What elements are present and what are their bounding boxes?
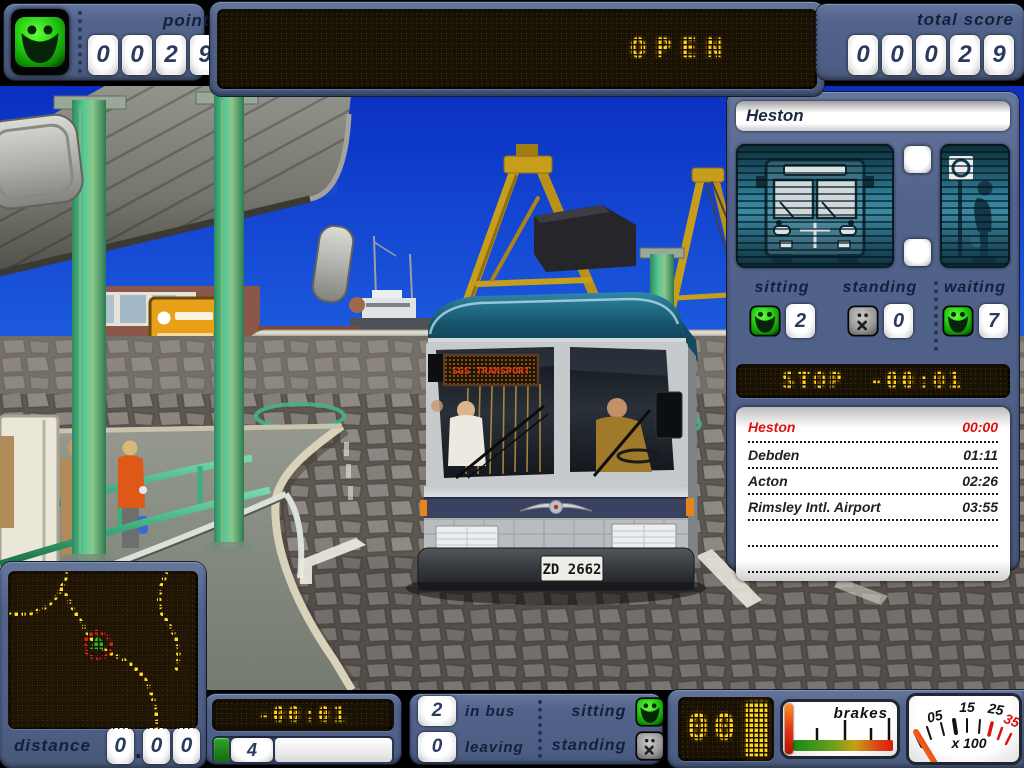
bus: SGS TRANSPORT ZD 2662 xyxy=(417,292,698,591)
bus-front-image xyxy=(736,144,894,268)
brakes-gauge: brakes xyxy=(780,699,900,759)
stop-countdown-panel: -00:01 4 xyxy=(205,694,401,764)
sitting-label: sitting xyxy=(754,279,810,296)
schedule-stop-name: Acton xyxy=(748,473,788,489)
bus-destination-text: SGS TRANSPORT xyxy=(452,366,530,377)
bus-driver xyxy=(607,398,627,418)
standing-count: 0 xyxy=(884,304,913,338)
checkbox-top[interactable] xyxy=(903,146,931,173)
stop-name-field: Heston xyxy=(736,101,1010,131)
divider xyxy=(934,281,938,351)
speed-display: 00 xyxy=(678,697,774,761)
schedule-stop-time: 03:55 xyxy=(962,499,998,515)
checkbox-bottom[interactable] xyxy=(903,239,931,266)
schedule-row: Heston 00:00 xyxy=(748,412,998,443)
happy-passenger-icon xyxy=(942,305,974,337)
speedometer-needle xyxy=(913,729,938,762)
decimal-point: . xyxy=(134,734,142,764)
standing-label: standing xyxy=(842,279,918,296)
points-panel: points 0 0 2 9 xyxy=(4,4,220,80)
speedometer: 05 15 25 35 x 100 xyxy=(906,693,1022,765)
schedule-row: Debden 01:11 xyxy=(748,443,998,469)
bus-mirror-right xyxy=(655,391,683,439)
brake-level-indicator xyxy=(785,704,793,754)
progress-fill xyxy=(214,738,229,762)
bus-license-plate: ZD 2662 xyxy=(540,555,604,582)
total-score-value: 0 0 0 2 9 xyxy=(848,34,1014,75)
schedule-stop-name: Debden xyxy=(748,447,800,463)
standing-label: standing xyxy=(551,737,627,754)
divider xyxy=(537,700,542,758)
progress-track xyxy=(275,738,392,762)
leaving-label: leaving xyxy=(465,738,524,756)
standing-passenger-icon xyxy=(635,731,665,761)
waiting-count: 7 xyxy=(979,304,1008,338)
schedule-row: Rimsley Intl. Airport 03:55 xyxy=(748,495,998,521)
leaving-count: 0 xyxy=(418,732,456,762)
bus-mirror-left xyxy=(428,354,443,382)
countdown-display: -00:01 xyxy=(212,699,394,731)
sitting-count: 2 xyxy=(786,304,815,338)
schedule-row: Acton 02:26 xyxy=(748,469,998,495)
speedo-multiplier: x 100 xyxy=(950,735,986,751)
minimap-panel: distance 0 . 0 0 xyxy=(0,562,206,768)
total-score-panel: total score 0 0 0 2 9 xyxy=(816,4,1024,80)
top-bar: points 0 0 2 9 OPEN total score 0 0 xyxy=(0,0,1024,96)
standing-passenger-icon xyxy=(847,305,879,337)
dashboard-panel: 00 brakes xyxy=(668,690,1024,768)
in-bus-label: in bus xyxy=(465,702,516,720)
total-score-label: total score xyxy=(917,9,1014,29)
speedo-tick-label: 25 xyxy=(986,700,1005,719)
sitting-label: sitting xyxy=(571,703,627,720)
schedule-row xyxy=(748,521,998,547)
schedule-stop-time: 02:26 xyxy=(962,473,998,489)
speedo-tick-label: 15 xyxy=(959,699,975,715)
minimap-display xyxy=(8,571,198,729)
bus-destination-sign: SGS TRANSPORT xyxy=(442,353,540,387)
speedo-tick-label: 35 xyxy=(1002,710,1019,731)
schedule-stop-time: 01:11 xyxy=(963,447,998,463)
distance-label: distance xyxy=(14,736,91,755)
points-value: 0 0 2 9 xyxy=(88,35,220,75)
schedule-stop-name: Rimsley Intl. Airport xyxy=(748,499,881,515)
schedule-stop-name: Heston xyxy=(748,418,796,435)
waiting-passenger-image xyxy=(940,144,1010,268)
license-plate-text: ZD 2662 xyxy=(542,562,601,578)
schedule-list: Heston 00:00 Debden 01:11 Acton 02:26 Ri… xyxy=(736,407,1010,581)
in-bus-count: 2 xyxy=(418,696,456,726)
game-screen: SGS TRANSPORT ZD 2662 points 0 0 2 9 tot… xyxy=(0,0,1024,768)
schedule-stop-time: 00:00 xyxy=(962,418,998,435)
happy-passenger-icon xyxy=(749,305,781,337)
happy-passenger-icon xyxy=(11,9,69,75)
schedule-row xyxy=(748,547,998,573)
passenger-status-panel: 2 in bus 0 leaving sitting standing xyxy=(410,694,662,764)
bus-stop-panel: Heston sitting 2 standing 0 waiting 7 He… xyxy=(727,92,1019,581)
route-progress-bar: 4 xyxy=(212,736,394,764)
waiting-label: waiting xyxy=(943,279,1007,296)
door-status-display: OPEN xyxy=(217,9,817,89)
lamp-housing xyxy=(0,113,84,210)
door-status-panel: OPEN xyxy=(210,2,824,96)
stop-timer-display: STOP -00:01 xyxy=(736,364,1010,398)
route-stop-number: 4 xyxy=(231,738,273,762)
divider xyxy=(78,11,82,73)
happy-passenger-icon xyxy=(635,697,665,727)
